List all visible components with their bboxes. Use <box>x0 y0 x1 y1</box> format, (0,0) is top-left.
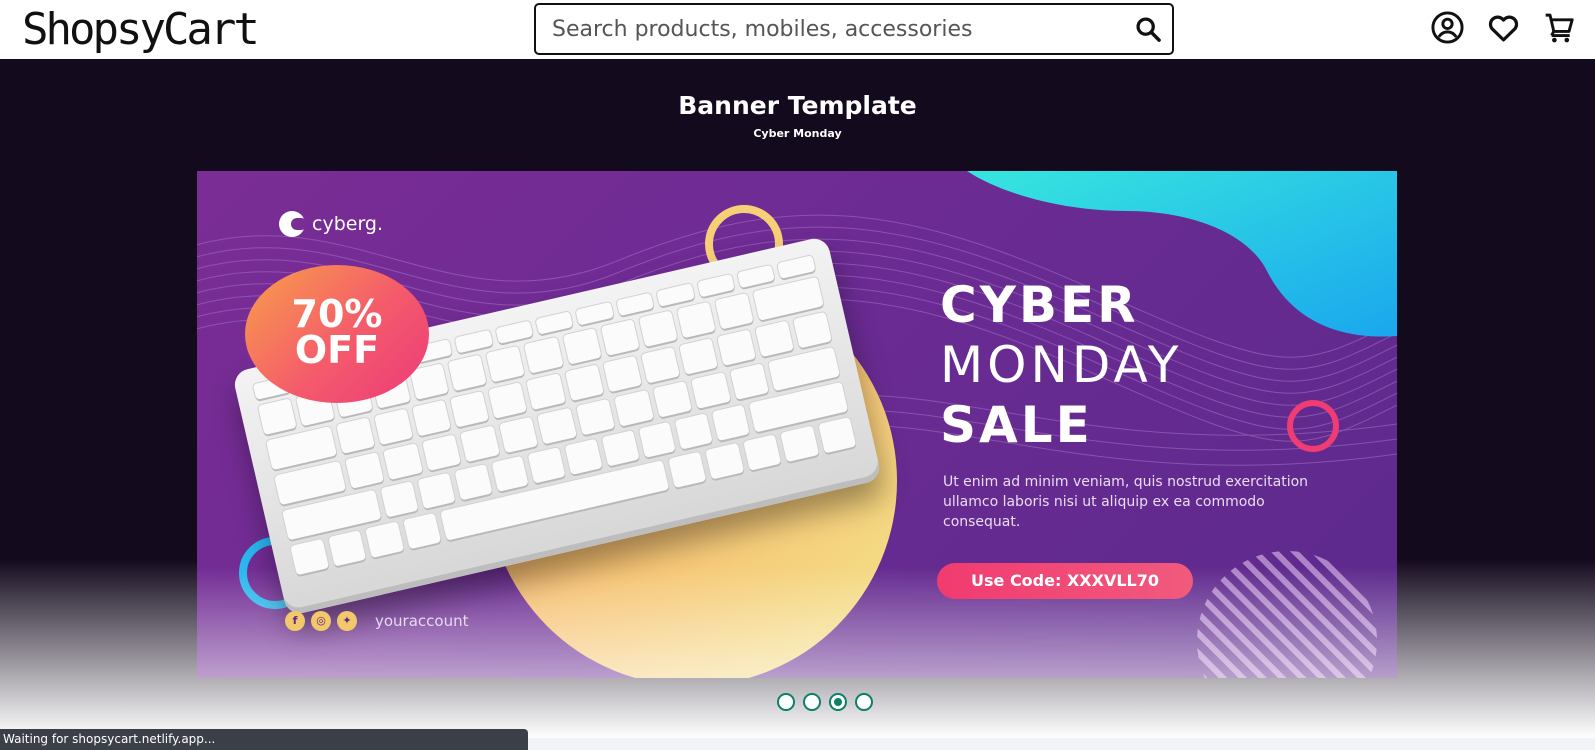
sale-description: Ut enim ad minim veniam, quis nostrud ex… <box>943 474 1309 530</box>
top-navbar: ShopsyCart <box>0 0 1595 59</box>
headline-line-1: CYBER <box>940 276 1139 334</box>
discount-off-label: OFF <box>294 328 380 372</box>
search-input[interactable] <box>552 5 1122 53</box>
hero-section: Banner Template Cyber Monday cyberg. 70%… <box>0 59 1595 738</box>
sale-headline: CYBER MONDAY SALE <box>940 275 1182 455</box>
brand-logo-icon <box>279 211 307 237</box>
site-logo[interactable]: ShopsyCart <box>22 2 260 58</box>
headline-line-2: MONDAY <box>940 336 1183 394</box>
browser-status-bar: Waiting for shopsycart.netlify.app... <box>0 729 528 750</box>
cart-icon[interactable] <box>1542 10 1577 45</box>
carousel-dot-1[interactable] <box>777 693 795 711</box>
banner-brand: cyberg. <box>279 211 383 237</box>
promo-code-button[interactable]: Use Code: XXXVLL70 <box>937 563 1193 599</box>
headline-line-3: SALE <box>940 396 1093 454</box>
brand-name: cyberg. <box>312 213 384 235</box>
social-account-name: youraccount <box>375 612 469 630</box>
search-icon[interactable] <box>1134 15 1162 43</box>
header-actions <box>1430 10 1577 48</box>
hero-title: Banner Template <box>678 91 917 120</box>
facebook-icon[interactable]: f <box>285 611 305 631</box>
twitter-icon[interactable]: ✦ <box>337 611 357 631</box>
carousel-dot-3-active[interactable] <box>829 693 847 711</box>
discount-badge: 70% OFF <box>245 265 429 403</box>
search-bar <box>534 3 1174 55</box>
social-links: f ◎ ✦ youraccount <box>285 611 469 631</box>
carousel-indicators <box>777 693 873 711</box>
instagram-icon[interactable]: ◎ <box>311 611 331 631</box>
carousel-dot-4[interactable] <box>855 693 873 711</box>
promo-banner-image[interactable]: cyberg. 70% OFF CYBER MONDAY SALE Ut eni… <box>197 171 1397 678</box>
carousel-dot-2[interactable] <box>803 693 821 711</box>
wishlist-heart-icon[interactable] <box>1486 10 1521 45</box>
hero-subtitle: Cyber Monday <box>753 127 842 140</box>
account-icon[interactable] <box>1430 10 1465 45</box>
